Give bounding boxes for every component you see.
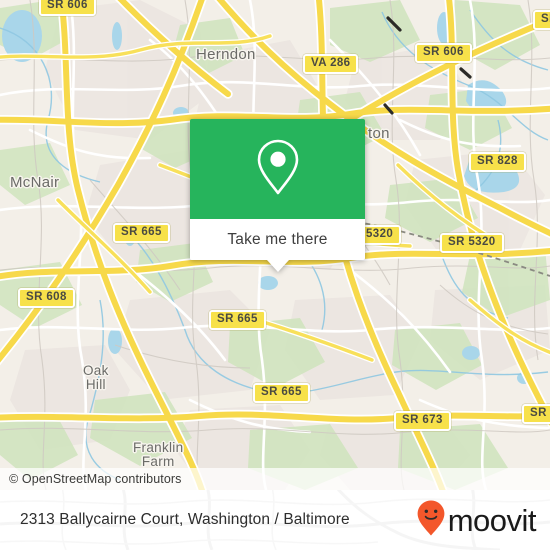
road-shield: SR 665 bbox=[253, 383, 310, 403]
road-shield: SR 67 bbox=[522, 404, 550, 424]
popup-pointer bbox=[266, 260, 289, 272]
popup-header bbox=[190, 119, 365, 219]
road-shield: SR 665 bbox=[113, 223, 170, 243]
road-shield: VA 286 bbox=[303, 54, 359, 74]
osm-attribution[interactable]: © OpenStreetMap contributors bbox=[0, 468, 550, 490]
address-text: 2313 Ballycairne Court, Washington / Bal… bbox=[20, 511, 350, 528]
popup-footer[interactable]: Take me there bbox=[190, 219, 365, 272]
road-shield: SR 606 bbox=[415, 43, 472, 63]
road-shield: SR 665 bbox=[209, 310, 266, 330]
moovit-smiley-pin-icon bbox=[416, 499, 446, 542]
road-shield: SR 606 bbox=[39, 0, 96, 16]
osm-attribution-text: © OpenStreetMap contributors bbox=[9, 472, 182, 486]
road-shield: SR 828 bbox=[469, 152, 526, 172]
moovit-map-screenshot: Herndon ton McNair Oak Hill Franklin Far… bbox=[0, 0, 550, 550]
moovit-wordmark: moovit bbox=[447, 502, 537, 538]
map-pin-icon bbox=[255, 137, 301, 202]
road-shield: SR 673 bbox=[394, 411, 451, 431]
location-popup-card[interactable]: Take me there bbox=[190, 119, 365, 272]
road-shield: SR 5320 bbox=[440, 233, 504, 253]
bottom-bar: 2313 Ballycairne Court, Washington / Bal… bbox=[0, 490, 550, 550]
take-me-there-label: Take me there bbox=[227, 230, 328, 248]
road-shield: SR bbox=[533, 10, 550, 30]
road-shield: SR 608 bbox=[18, 288, 75, 308]
moovit-logo: moovit bbox=[416, 499, 537, 542]
